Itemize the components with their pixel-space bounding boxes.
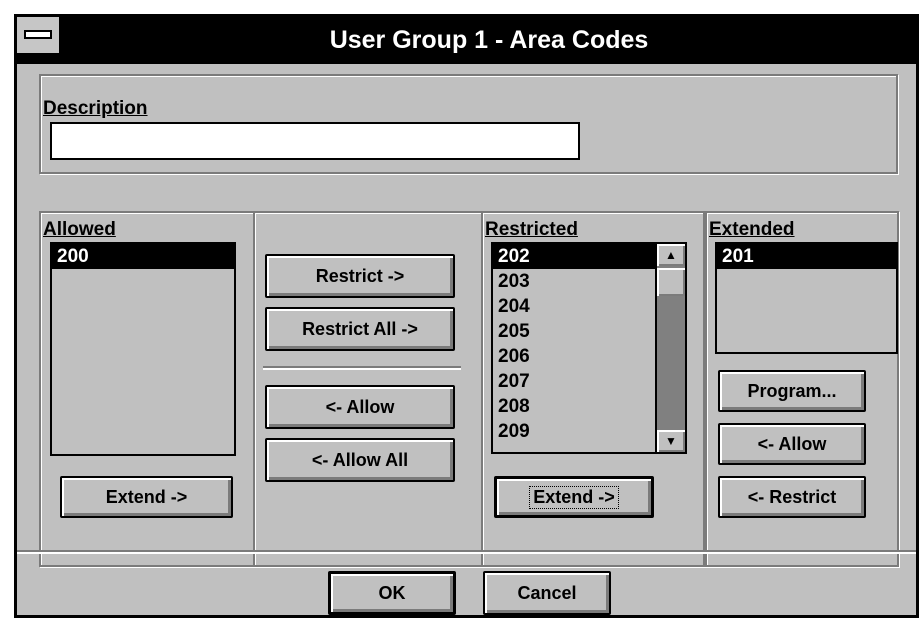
extended-listbox[interactable]: 201 [715,242,898,354]
list-item[interactable]: 201 [717,244,896,269]
list-item[interactable]: 207 [493,369,655,394]
allowed-listbox[interactable]: 200 [50,242,236,456]
restricted-items: 202 203 204 205 206 207 208 209 [493,244,655,444]
list-item[interactable]: 202 [493,244,655,269]
list-item[interactable]: 203 [493,269,655,294]
title-bar[interactable]: User Group 1 - Area Codes [17,17,916,64]
list-item[interactable]: 206 [493,344,655,369]
list-item[interactable]: 205 [493,319,655,344]
allowed-label: Allowed [43,219,116,240]
list-item[interactable]: 200 [52,244,234,269]
allow-all-button[interactable]: <- Allow All [265,438,455,482]
restricted-label: Restricted [485,219,578,240]
program-button[interactable]: Program... [718,370,866,412]
cancel-button[interactable]: Cancel [483,571,611,615]
system-menu-button[interactable] [17,17,62,56]
window-title: User Group 1 - Area Codes [329,26,649,54]
scroll-up-button[interactable]: ▲ [657,244,685,266]
restrict-all-button[interactable]: Restrict All -> [265,307,455,351]
down-arrow-icon: ▼ [665,434,677,448]
description-input[interactable] [50,122,580,160]
middle-separator [263,366,461,370]
up-arrow-icon: ▲ [665,248,677,262]
restricted-listbox[interactable]: 202 203 204 205 206 207 208 209 ▲ ▼ [491,242,687,454]
scroll-thumb[interactable] [657,268,685,296]
dialog-client-area: Description Allowed 200 Extend -> Restri… [17,64,916,615]
extended-restrict-button[interactable]: <- Restrict [718,476,866,518]
list-item[interactable]: 204 [493,294,655,319]
restricted-extend-button[interactable]: Extend -> [494,476,654,518]
extended-label: Extended [709,219,795,240]
dialog-window: User Group 1 - Area Codes Description Al… [14,14,919,618]
restrict-button[interactable]: Restrict -> [265,254,455,298]
allow-button[interactable]: <- Allow [265,385,455,429]
description-label: Description [43,98,148,119]
ok-button[interactable]: OK [328,571,456,615]
list-item[interactable]: 209 [493,419,655,444]
footer-separator [17,550,916,554]
system-menu-icon [24,30,52,39]
list-item[interactable]: 208 [493,394,655,419]
restricted-scrollbar[interactable]: ▲ ▼ [655,244,685,452]
scroll-down-button[interactable]: ▼ [657,430,685,452]
allowed-extend-button[interactable]: Extend -> [60,476,233,518]
extended-allow-button[interactable]: <- Allow [718,423,866,465]
